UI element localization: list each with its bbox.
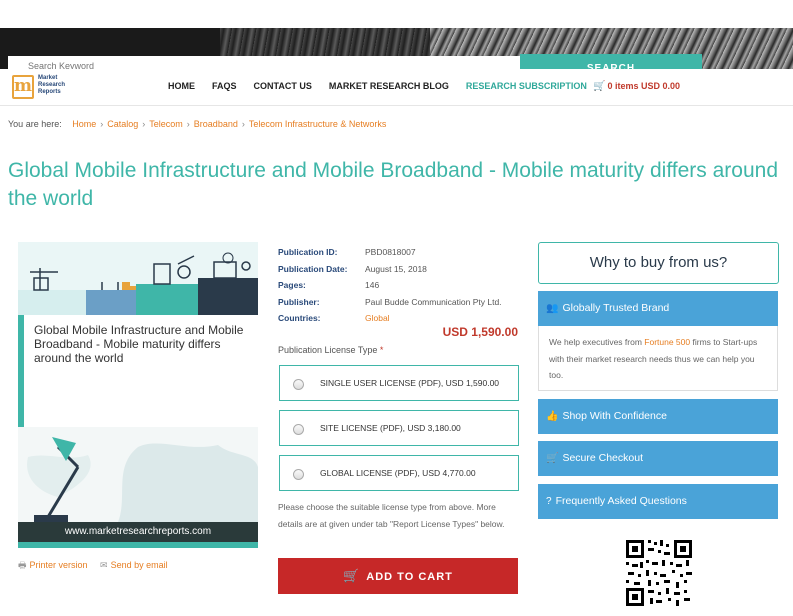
navbar: m Market Research Reports HOME FAQS CONT… bbox=[0, 69, 793, 106]
qr-code-icon bbox=[624, 538, 694, 608]
breadcrumb-prefix: You are here: bbox=[8, 119, 62, 129]
site-logo[interactable]: m Market Research Reports bbox=[12, 74, 72, 102]
detail-value: Paul Budde Communication Pty Ltd. bbox=[365, 296, 502, 307]
nav-research-subscription[interactable]: RESEARCH SUBSCRIPTION bbox=[466, 81, 587, 91]
send-by-email-label: Send by email bbox=[110, 560, 168, 570]
add-to-cart-label: ADD TO CART bbox=[366, 571, 453, 583]
globally-trusted-brand-panel[interactable]: 👥 Globally Trusted Brand bbox=[538, 291, 778, 326]
chevron-right-icon: › bbox=[241, 119, 245, 129]
license-option-label: SINGLE USER LICENSE (PDF), USD 1,590.00 bbox=[320, 378, 500, 388]
add-to-cart-button[interactable]: 🛒 ADD TO CART bbox=[278, 558, 518, 594]
qr-code-graphic bbox=[624, 538, 694, 608]
logo-line-3: Reports bbox=[38, 89, 61, 95]
country-link[interactable]: Global bbox=[365, 313, 390, 323]
detail-row-publication-date: Publication Date: August 15, 2018 bbox=[278, 261, 518, 278]
users-icon: 👥 bbox=[546, 303, 559, 314]
detail-row-pages: Pages: 146 bbox=[278, 277, 518, 294]
shop-with-confidence-title: Shop With Confidence bbox=[562, 410, 667, 422]
license-radio-global[interactable] bbox=[293, 469, 304, 480]
faq-panel[interactable]: ? Frequently Asked Questions bbox=[538, 484, 778, 519]
breadcrumb-telecom[interactable]: Telecom bbox=[149, 119, 183, 129]
breadcrumb-home[interactable]: Home bbox=[72, 119, 96, 129]
cart-icon: 🛒 bbox=[593, 81, 606, 92]
breadcrumb-broadband[interactable]: Broadband bbox=[194, 119, 238, 129]
logo-line-2: Research bbox=[38, 82, 66, 88]
thumbs-up-icon: 👍 bbox=[546, 411, 559, 422]
printer-version-link[interactable]: 🖶 Printer version bbox=[18, 560, 88, 570]
license-radio-site[interactable] bbox=[293, 424, 304, 435]
detail-value: August 15, 2018 bbox=[365, 263, 427, 274]
desk-lamp-icon bbox=[27, 437, 258, 522]
chevron-right-icon: › bbox=[186, 119, 190, 129]
cart-link[interactable]: 🛒 0 items USD 0.00 bbox=[593, 81, 680, 92]
printer-icon: 🖶 bbox=[18, 560, 27, 570]
globally-trusted-brand-title: Globally Trusted Brand bbox=[562, 302, 670, 314]
nav-contact-us[interactable]: CONTACT US bbox=[254, 81, 312, 91]
required-mark: * bbox=[379, 345, 384, 355]
license-option-label: GLOBAL LICENSE (PDF), USD 4,770.00 bbox=[320, 468, 476, 478]
printer-version-label: Printer version bbox=[29, 560, 88, 570]
nav-market-research-blog[interactable]: MARKET RESEARCH BLOG bbox=[329, 81, 449, 91]
license-type-label-text: Publication License Type bbox=[278, 345, 378, 355]
cart-summary: 0 items USD 0.00 bbox=[607, 81, 680, 91]
trusted-text-start: We help executives from bbox=[549, 337, 645, 347]
envelope-icon: ✉ bbox=[100, 560, 108, 570]
industry-illustration-icon bbox=[18, 252, 258, 315]
chevron-right-icon: › bbox=[142, 119, 146, 129]
detail-value: 146 bbox=[365, 280, 380, 291]
nav-faqs[interactable]: FAQS bbox=[212, 81, 237, 91]
chevron-right-icon: › bbox=[100, 119, 104, 129]
detail-label: Publication ID: bbox=[278, 247, 338, 258]
detail-value: PBD0818007 bbox=[365, 247, 416, 258]
faq-title: Frequently Asked Questions bbox=[555, 495, 687, 507]
breadcrumb-telecom-infrastructure[interactable]: Telecom Infrastructure & Networks bbox=[249, 119, 387, 129]
cover-illustration bbox=[18, 242, 258, 315]
cover-title: Global Mobile Infrastructure and Mobile … bbox=[34, 323, 244, 365]
cart-icon: 🛒 bbox=[343, 568, 361, 583]
cover-map bbox=[18, 427, 258, 522]
detail-row-publisher: Publisher: Paul Budde Communication Pty … bbox=[278, 294, 518, 311]
main-nav: HOME FAQS CONTACT US MARKET RESEARCH BLO… bbox=[168, 81, 604, 91]
breadcrumb: You are here: Home › Catalog › Telecom › Broad… bbox=[8, 119, 386, 129]
detail-label: Countries: bbox=[278, 313, 321, 324]
price: USD 1,590.00 bbox=[442, 325, 518, 339]
cover-title-card: Global Mobile Infrastructure and Mobile … bbox=[18, 315, 258, 427]
secure-checkout-panel[interactable]: 🛒 Secure Checkout bbox=[538, 441, 778, 476]
question-circle-icon: ? bbox=[546, 496, 552, 507]
detail-label: Publication Date: bbox=[278, 263, 348, 274]
detail-row-publication-id: Publication ID: PBD0818007 bbox=[278, 244, 518, 261]
cover-url-underline bbox=[18, 542, 258, 548]
nav-home[interactable]: HOME bbox=[168, 81, 195, 91]
send-by-email-link[interactable]: ✉ Send by email bbox=[100, 560, 168, 570]
report-cover-image: Global Mobile Infrastructure and Mobile … bbox=[18, 242, 258, 548]
license-option-single-user[interactable]: SINGLE USER LICENSE (PDF), USD 1,590.00 bbox=[279, 365, 519, 401]
license-option-global[interactable]: GLOBAL LICENSE (PDF), USD 4,770.00 bbox=[279, 455, 519, 491]
detail-label: Pages: bbox=[278, 280, 306, 291]
license-option-label: SITE LICENSE (PDF), USD 3,180.00 bbox=[320, 423, 461, 433]
license-radio-single-user[interactable] bbox=[293, 379, 304, 390]
license-note: Please choose the suitable license type … bbox=[278, 502, 505, 529]
page-title: Global Mobile Infrastructure and Mobile … bbox=[8, 159, 779, 210]
breadcrumb-catalog[interactable]: Catalog bbox=[107, 119, 138, 129]
why-buy-heading: Why to buy from us? bbox=[538, 242, 779, 284]
print-links: 🖶 Printer version ✉ Send by email bbox=[18, 558, 178, 574]
cart-icon: 🛒 bbox=[546, 453, 559, 464]
logo-line-1: Market bbox=[38, 75, 58, 81]
detail-label: Publisher: bbox=[278, 296, 320, 307]
publication-details: Publication ID: PBD0818007 Publication D… bbox=[278, 244, 518, 327]
license-type-label: Publication License Type * bbox=[278, 345, 383, 355]
license-option-site[interactable]: SITE LICENSE (PDF), USD 3,180.00 bbox=[279, 410, 519, 446]
logo-mark: m bbox=[12, 75, 34, 99]
fortune-500-link[interactable]: Fortune 500 bbox=[644, 337, 690, 347]
logo-text: Market Research Reports bbox=[38, 75, 78, 96]
secure-checkout-title: Secure Checkout bbox=[562, 452, 643, 464]
shop-with-confidence-panel[interactable]: 👍 Shop With Confidence bbox=[538, 399, 778, 434]
globally-trusted-brand-text: We help executives from Fortune 500 firm… bbox=[538, 326, 778, 391]
